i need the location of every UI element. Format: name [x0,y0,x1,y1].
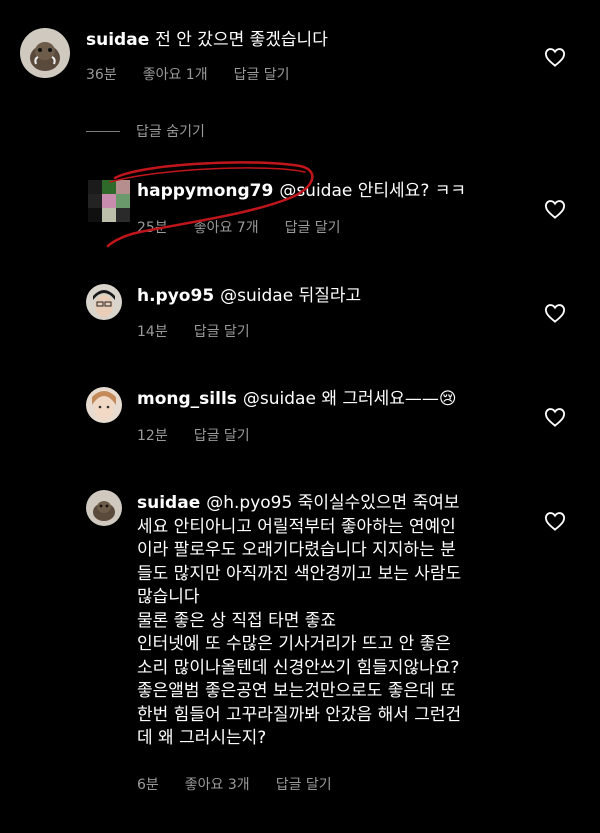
comment-text-line: 데 왜 그러시는지? [137,728,267,748]
likes-count[interactable]: 좋아요 3개 [185,777,250,793]
comment-meta: 14분 답글 달기 [137,321,276,341]
comment-body: suidae @h.pyo95 죽이실수있으면 죽여보 세요 안티아니고 어릴적부… [137,492,527,751]
comment-text-line: @h.pyo95 죽이실수있으면 죽여보 [206,493,460,513]
comment-text-line: 소리 많이나올텐데 신경안쓰기 힘들지않나요? [137,657,460,678]
comment-time: 12분 [137,428,168,444]
reply-button[interactable]: 답글 달기 [276,777,332,793]
username[interactable]: suidae [137,493,200,513]
comment-text-line: 들도 많지만 아직까진 색안경끼고 보는 사람도 [137,563,462,584]
heart-icon[interactable] [544,199,566,219]
comment-body: mong_sills @suidae 왜 그러세요——😢 [137,388,517,410]
red-circle-annotation [106,161,314,248]
reply-button[interactable]: 답글 달기 [194,324,250,340]
comment-text-line: 한번 힘들어 고꾸라질까봐 안갔음 해서 그런건 [137,704,462,725]
likes-count[interactable]: 좋아요 1개 [143,67,208,83]
comment-text-line: 물론 좋은 상 직접 타면 좋죠 [137,610,337,631]
reply-button[interactable]: 답글 달기 [234,67,290,83]
comment-body: suidae 전 안 갔으면 좋겠습니다 [86,29,526,51]
heart-icon[interactable] [544,303,566,323]
divider-line [86,130,120,132]
username[interactable]: suidae [86,30,149,50]
comment-time: 6분 [137,777,159,793]
comment-text-line: 좋은앨범 좋은공연 보는것만으로도 좋은데 또 [137,681,456,701]
heart-icon[interactable] [544,407,566,427]
heart-icon[interactable] [544,511,566,531]
comment-meta: 36분 좋아요 1개 답글 달기 [86,64,316,84]
comment-text: @suidae 뒤질라고 [220,286,362,306]
reply-button[interactable]: 답글 달기 [194,428,250,444]
username[interactable]: h.pyo95 [137,286,214,306]
comment-meta: 6분 좋아요 3개 답글 달기 [137,774,358,794]
comment-text-line: 많습니다 [137,587,200,607]
hide-replies-button[interactable]: 답글 숨기기 [86,121,205,141]
comment-body: h.pyo95 @suidae 뒤질라고 [137,285,497,307]
comment-text: 전 안 갔으면 좋겠습니다 [155,30,328,50]
comment-text-line: 인터넷에 또 수많은 기사거리가 뜨고 안 좋은 [137,634,451,654]
username[interactable]: mong_sills [137,389,237,409]
comment-text-line: 세요 안티아니고 어릴적부터 좋아하는 연예인 [137,516,456,537]
avatar-suidae[interactable] [20,28,70,78]
heart-icon[interactable] [544,47,566,67]
hide-replies-label: 답글 숨기기 [136,124,205,140]
comment-text: @suidae 왜 그러세요——😢 [242,389,457,409]
comment-time: 36분 [86,67,117,83]
comment-text-line: 이라 팔로우도 오래기다렸습니다 지지하는 분 [137,540,456,560]
avatar-suidae[interactable] [86,490,122,526]
comment-meta: 12분 답글 달기 [137,425,276,445]
avatar-h-pyo95[interactable] [86,284,122,320]
comment-time: 14분 [137,324,168,340]
avatar-mong-sills[interactable] [86,387,122,423]
